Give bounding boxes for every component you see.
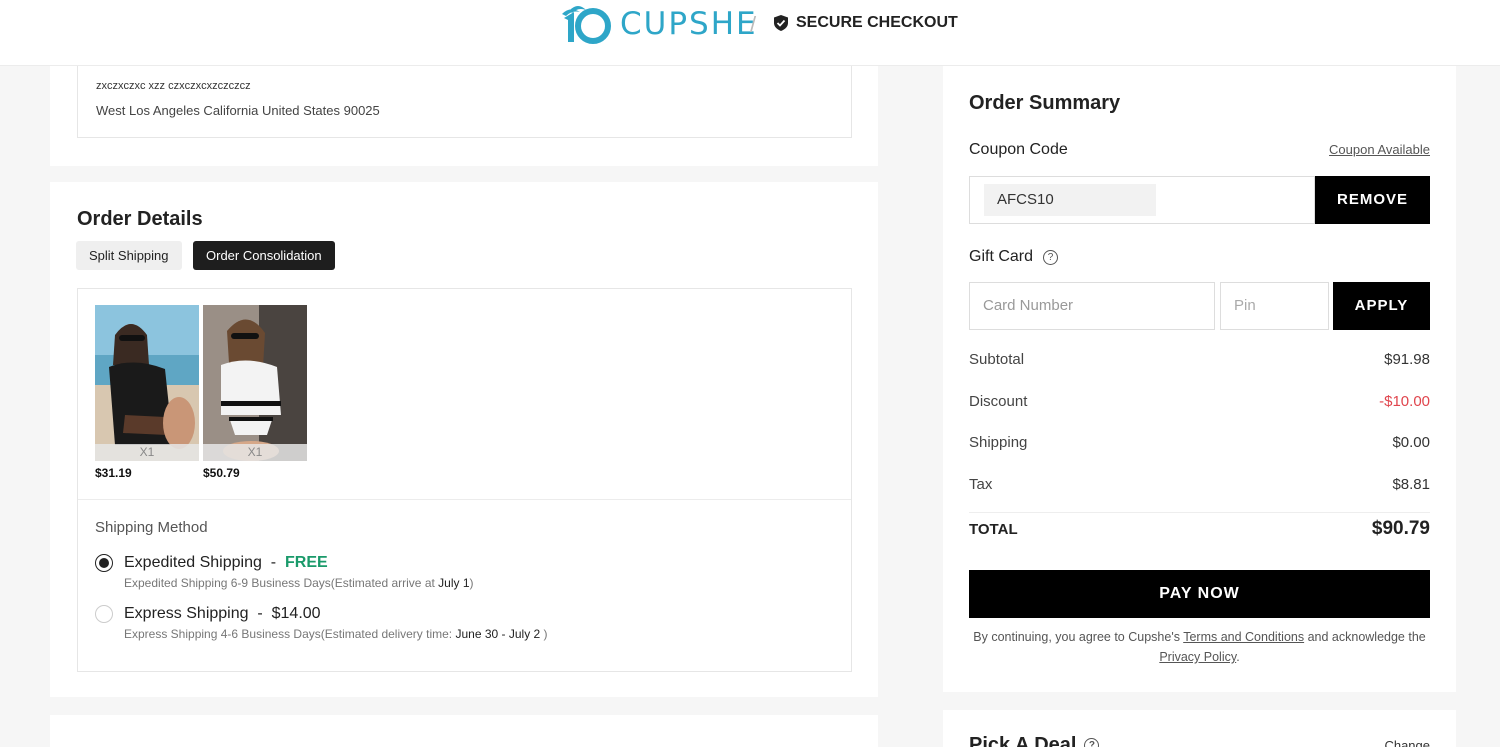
header-separator: / [750, 12, 757, 37]
subtotal-row: Subtotal $91.98 [969, 351, 1430, 368]
pin-input[interactable]: Pin [1220, 282, 1329, 330]
coupon-input[interactable]: AFCS10 [969, 176, 1315, 224]
order-details-title: Order Details [77, 208, 203, 230]
apply-gift-card-button[interactable]: APPLY [1333, 282, 1430, 330]
express-shipping-radio[interactable] [95, 605, 113, 623]
next-section-card [50, 715, 878, 747]
brand-name[interactable]: CUPSHE [620, 6, 758, 42]
product-image[interactable]: X1 [203, 305, 307, 461]
change-deal-link[interactable]: Change [1384, 738, 1430, 747]
address-box[interactable]: zxczxczxc xzz czxczxcxzczczcz West Los A… [77, 66, 852, 138]
product-photo-black-swimsuit [95, 305, 199, 461]
express-shipping-desc: Express Shipping 4-6 Business Days(Estim… [124, 627, 548, 641]
row-value: $91.98 [1384, 351, 1430, 368]
total-label: TOTAL [969, 521, 1018, 538]
tax-row: Tax $8.81 [969, 476, 1430, 493]
expedited-shipping-desc: Expedited Shipping 6-9 Business Days(Est… [124, 576, 474, 590]
coupon-code-label: Coupon Code [969, 141, 1068, 158]
pick-a-deal-card: Pick A Deal ? Change [943, 710, 1456, 747]
card-number-input[interactable]: Card Number [969, 282, 1215, 330]
address-detail: West Los Angeles California United State… [96, 103, 380, 118]
cupshe-logo-icon[interactable] [560, 4, 612, 44]
terms-notice: By continuing, you agree to Cupshe's Ter… [969, 627, 1430, 667]
shipping-address-card: zxczxczxc xzz czxczxcxzczczcz West Los A… [50, 66, 878, 166]
remove-coupon-button[interactable]: REMOVE [1315, 176, 1430, 224]
row-label: Subtotal [969, 351, 1025, 368]
gift-card-label: Gift Card [969, 248, 1034, 265]
item-quantity: X1 [203, 444, 307, 461]
option-price: $14.00 [271, 605, 321, 622]
order-summary-card: Order Summary Coupon Code Coupon Availab… [943, 66, 1456, 692]
row-value: -$10.00 [1379, 393, 1430, 410]
order-item[interactable]: X1 $50.79 [203, 305, 307, 480]
secure-checkout-label: SECURE CHECKOUT [796, 14, 958, 31]
shipping-row: Shipping $0.00 [969, 434, 1430, 451]
expedited-shipping-radio[interactable] [95, 554, 113, 572]
row-label: Discount [969, 393, 1028, 410]
option-name: Expedited Shipping [124, 554, 262, 571]
terms-mid: and acknowledge the [1304, 630, 1426, 644]
option-desc-end: ) [540, 627, 548, 641]
row-value: $8.81 [1392, 476, 1430, 493]
product-image[interactable]: X1 [95, 305, 199, 461]
option-date: July 1 [438, 576, 470, 590]
tab-order-consolidation[interactable]: Order Consolidation [193, 241, 335, 270]
product-photo-white-rashguard [203, 305, 307, 461]
option-price-free: FREE [285, 554, 328, 571]
order-item[interactable]: X1 $31.19 [95, 305, 199, 480]
item-quantity: X1 [95, 444, 199, 461]
address-name: zxczxczxc xzz czxczxcxzczczcz [96, 80, 251, 92]
order-details-card: Order Details Split Shipping Order Conso… [50, 182, 878, 697]
top-header: CUPSHE / SECURE CHECKOUT [0, 0, 1500, 66]
help-icon[interactable]: ? [1043, 249, 1059, 265]
total-value: $90.79 [1371, 518, 1430, 539]
discount-row: Discount -$10.00 [969, 393, 1430, 410]
tab-split-shipping[interactable]: Split Shipping [76, 241, 182, 270]
total-row: TOTAL $90.79 [969, 518, 1430, 539]
option-desc: Expedited Shipping 6-9 Business Days(Est… [124, 576, 439, 590]
pay-now-button[interactable]: PAY NOW [969, 570, 1430, 618]
row-value: $0.00 [1392, 434, 1430, 451]
item-price: $50.79 [203, 466, 240, 480]
row-label: Tax [969, 476, 993, 493]
gift-card-heading: Gift Card ? [969, 248, 1059, 266]
total-divider [969, 512, 1430, 513]
row-label: Shipping [969, 434, 1028, 451]
option-desc-end: ) [469, 576, 474, 590]
applied-coupon-code: AFCS10 [984, 184, 1156, 216]
privacy-policy-link[interactable]: Privacy Policy [1159, 650, 1236, 664]
option-desc: Express Shipping 4-6 Business Days(Estim… [124, 627, 456, 641]
help-icon[interactable]: ? [1084, 738, 1100, 747]
terms-suffix: . [1236, 650, 1240, 664]
section-divider [78, 499, 851, 500]
coupon-available-link[interactable]: Coupon Available [1329, 142, 1430, 157]
shipping-method-label: Shipping Method [95, 519, 208, 536]
option-name: Express Shipping [124, 605, 249, 622]
item-price: $31.19 [95, 466, 132, 480]
express-shipping-title[interactable]: Express Shipping - $14.00 [124, 605, 321, 623]
secure-checkout: SECURE CHECKOUT [772, 14, 958, 32]
order-items-box: X1 $31.19 X1 $50.79 Shipping Method Expe… [77, 288, 852, 672]
pick-a-deal-heading: Pick A Deal ? [969, 734, 1100, 747]
option-date: June 30 - July 2 [455, 627, 541, 641]
pick-a-deal-title: Pick A Deal [969, 734, 1077, 747]
terms-link[interactable]: Terms and Conditions [1183, 630, 1304, 644]
option-dash: - [270, 554, 277, 571]
terms-prefix: By continuing, you agree to Cupshe's [973, 630, 1184, 644]
expedited-shipping-title[interactable]: Expedited Shipping - FREE [124, 554, 328, 572]
shield-check-icon [774, 15, 788, 31]
option-dash: - [257, 605, 263, 622]
order-summary-title: Order Summary [969, 92, 1121, 114]
